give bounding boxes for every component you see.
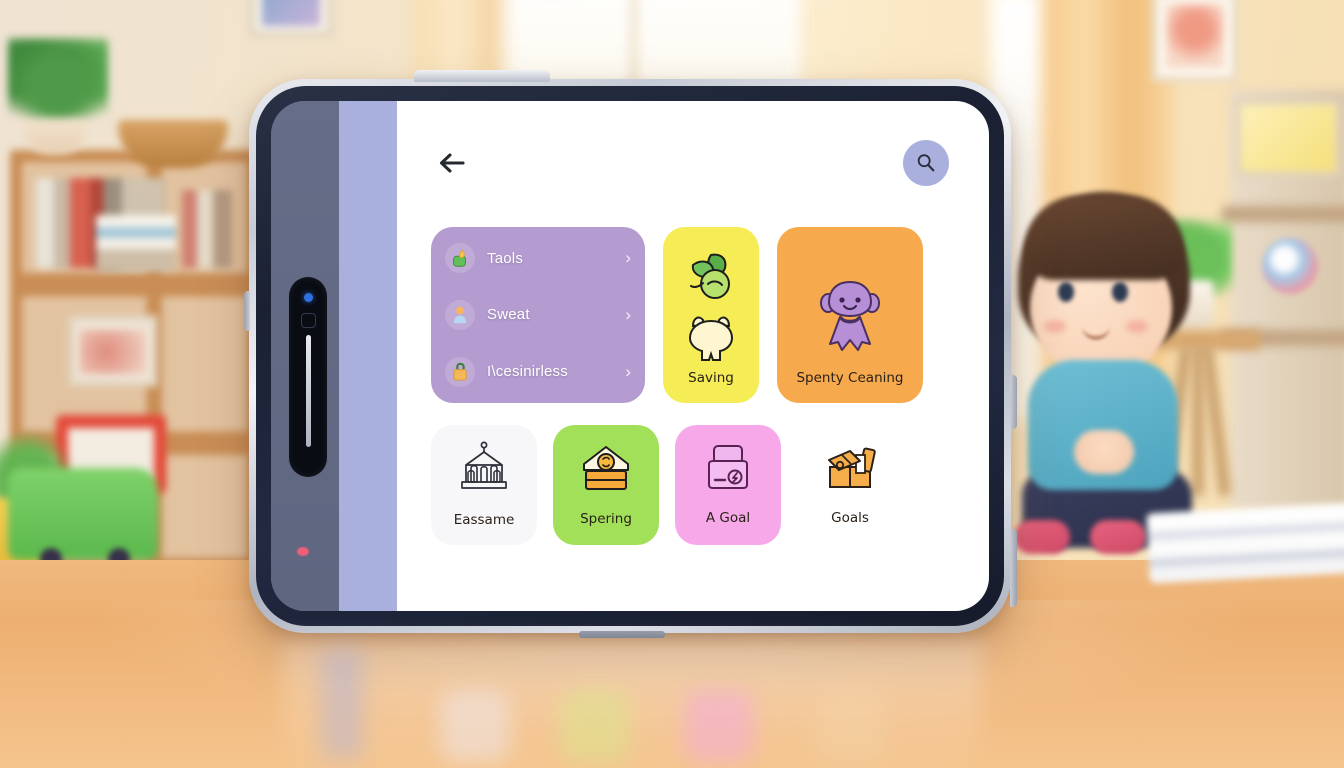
menu-list-card: Taols › Sweat › I\cesinirless › — [431, 227, 645, 403]
piggy-house-icon — [577, 442, 635, 501]
books-row-two — [96, 215, 176, 271]
accent-strip — [339, 101, 397, 611]
volume-down-button[interactable] — [1010, 529, 1017, 607]
robot-mascot-icon — [814, 276, 886, 359]
left-panel — [271, 101, 339, 611]
lock-bag-icon — [445, 356, 475, 387]
leaf-coin-icon — [681, 251, 741, 312]
back-button[interactable] — [431, 142, 473, 184]
list-item[interactable]: I\cesinirless › — [445, 356, 631, 387]
framed-artwork — [1236, 100, 1340, 176]
list-item[interactable]: Taols › — [445, 243, 631, 273]
stool-leg-two — [1192, 346, 1204, 496]
recording-led-icon — [297, 547, 309, 556]
person-icon — [445, 299, 475, 330]
tablet-screen: Taols › Sweat › I\cesinirless › Saving S… — [271, 101, 989, 611]
camera-module — [289, 277, 327, 477]
power-button[interactable] — [414, 70, 550, 82]
list-item-label: Taols — [487, 249, 524, 267]
bank-building-icon — [454, 441, 514, 502]
app-screen: Taols › Sweat › I\cesinirless › Saving S… — [397, 101, 989, 611]
tile-label: Saving — [688, 370, 734, 386]
status-led-icon — [304, 293, 313, 302]
child-cheek-right — [1126, 320, 1148, 333]
tile-spering[interactable]: Spering — [553, 424, 659, 545]
tile-label: Spenty Ceaning — [796, 370, 904, 386]
tile-label: A Goal — [705, 510, 751, 527]
piggy-bank-icon — [680, 312, 742, 371]
app-content: Taols › Sweat › I\cesinirless › Saving S… — [431, 187, 949, 611]
charging-port — [579, 631, 665, 638]
plant-foliage — [8, 38, 108, 118]
child-eye-left — [1058, 282, 1074, 302]
tile-label: Goals — [831, 510, 869, 527]
child-shoe-right — [1090, 520, 1146, 554]
books-row-three — [182, 190, 232, 268]
tablet-device: Taols › Sweat › I\cesinirless › Saving S… — [244, 70, 1017, 638]
child-eye-right — [1112, 282, 1128, 302]
tile-saving[interactable]: Saving — [663, 227, 759, 403]
volume-up-button[interactable] — [1010, 375, 1017, 429]
search-button[interactable] — [903, 140, 949, 186]
camera-lens-icon — [301, 313, 316, 328]
top-row: Taols › Sweat › I\cesinirless › Saving S… — [431, 227, 949, 403]
search-icon — [917, 154, 935, 172]
decorative-ball — [1262, 238, 1318, 294]
privacy-slider[interactable] — [306, 335, 311, 447]
chevron-right-icon: › — [625, 304, 631, 324]
app-header — [431, 139, 949, 187]
flame-bag-icon — [445, 243, 475, 273]
tile-goals[interactable]: Goals — [797, 424, 903, 545]
list-item-label: I\cesinirless — [487, 363, 568, 380]
shelf-photo-art — [80, 330, 146, 374]
child-shoe-left — [1014, 520, 1070, 554]
chevron-right-icon: › — [625, 248, 631, 267]
mailbox-icon — [699, 443, 757, 500]
arrow-left-icon — [439, 153, 465, 173]
tile-spenty-ceaning[interactable]: Spenty Ceaning — [777, 227, 923, 403]
chevron-right-icon: › — [625, 361, 631, 381]
tile-label: Spering — [580, 511, 632, 528]
gift-boxes-icon — [820, 443, 880, 500]
stacked-books — [1146, 502, 1344, 584]
shelf-board-upper — [1222, 206, 1344, 222]
side-button-left[interactable] — [244, 291, 250, 331]
tile-label: Eassame — [453, 512, 515, 529]
child-cheek-left — [1044, 320, 1066, 333]
tile-eassame[interactable]: Eassame — [431, 424, 537, 545]
green-toy-truck — [8, 468, 158, 560]
child-hands — [1074, 430, 1134, 474]
bottom-row: Eassame Spering A Goal Goals — [431, 424, 949, 545]
wall-frame-right-art — [1166, 4, 1224, 68]
list-item-label: Sweat — [487, 306, 530, 324]
tile-a-goal[interactable]: A Goal — [675, 424, 781, 545]
wall-frame-left-art — [262, 0, 320, 26]
child-hair-fringe — [1024, 196, 1184, 280]
list-item[interactable]: Sweat › — [445, 299, 631, 330]
